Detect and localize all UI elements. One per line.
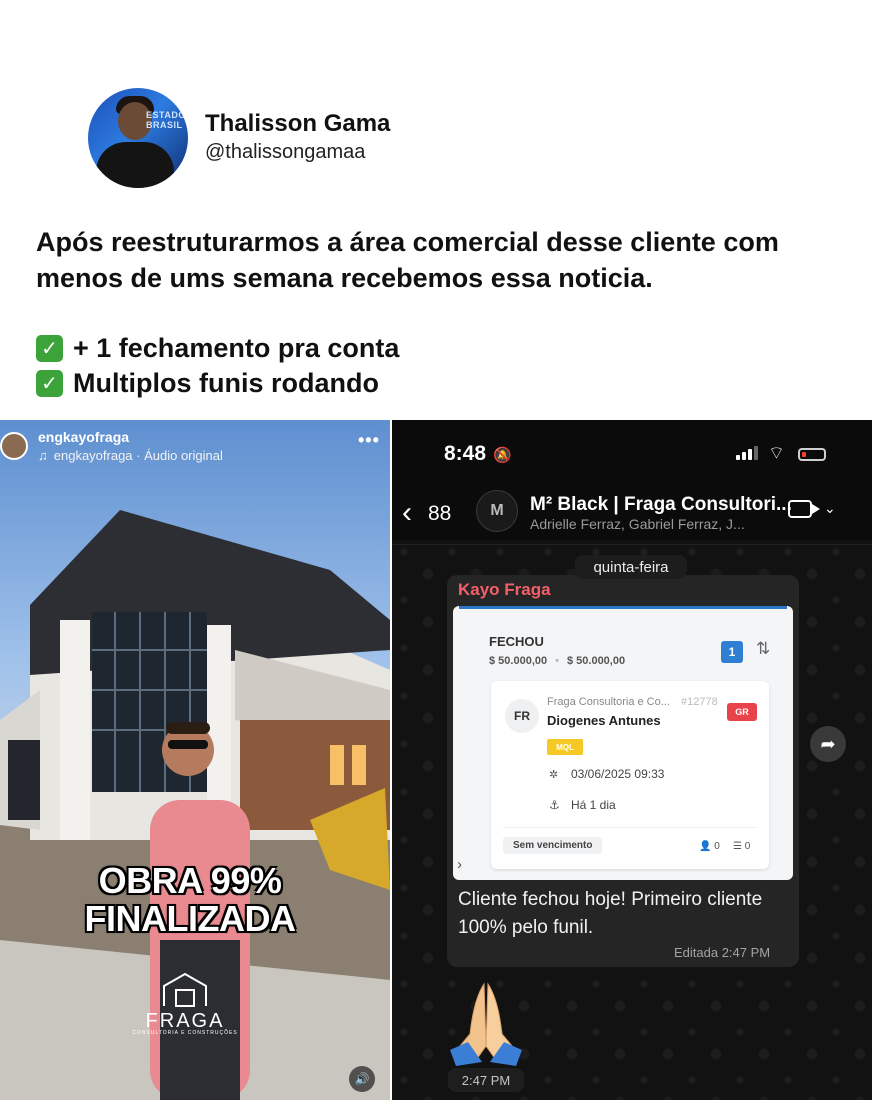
group-avatar[interactable]: M (476, 490, 518, 532)
deal-id: #12778 (681, 696, 718, 708)
reel-username[interactable]: engkayofraga (38, 429, 129, 445)
reel-user-avatar[interactable] (0, 432, 28, 460)
user-handle[interactable]: @thalissongamaa (205, 141, 365, 164)
fraga-logo-subtitle: CONSULTORIA E CONSTRUÇÕES (132, 1030, 238, 1036)
sparkle-icon: ✲ (549, 769, 559, 781)
message-text: Cliente fechou hoje! Primeiro cliente 10… (458, 889, 763, 938)
company-avatar: FR (505, 699, 539, 733)
message-meta: Editada 2:47 PM (674, 945, 771, 960)
day-separator: quinta-feira (575, 555, 687, 579)
speaker-icon[interactable]: 🔊 (349, 1066, 375, 1092)
deal-age: Há 1 dia (571, 798, 616, 812)
forward-icon[interactable]: ➦ (810, 726, 846, 762)
music-note-icon: ♫ (38, 448, 48, 463)
check-icon: ✓ (36, 335, 63, 362)
check-item-2: ✓ Multiplos funis rodando (36, 368, 379, 399)
whatsapp-screen: 8:48 🔕 ⌔ ‹ 88 M M² Black | Fraga Consult… (392, 420, 872, 1100)
praying-hands-emoji[interactable] (446, 976, 526, 1066)
emoji-timestamp: 2:47 PM (448, 1068, 524, 1092)
reel-headline-line-2: FINALIZADA (84, 898, 296, 939)
check-item-1: ✓ + 1 fechamento pra conta (36, 333, 399, 364)
stage-color-bar (459, 606, 787, 609)
deal-card: FR Fraga Consultoria e Co... #12778 Diog… (491, 681, 769, 869)
more-options-icon[interactable]: ••• (358, 430, 380, 451)
deal-date: 03/06/2025 09:33 (571, 767, 665, 781)
tasks-count: ☰ 0 (733, 841, 750, 852)
stage-amounts: $ 50.000,00 • $ 50.000,00 (489, 655, 625, 667)
battery-icon (798, 448, 826, 461)
sort-icon: ⇅ (756, 639, 771, 658)
avatar-sign-text: ESTADOS BRASIL (146, 110, 188, 130)
separator-dot: • (555, 655, 559, 667)
card-divider (503, 827, 757, 828)
reel-headline-line-1: OBRA 99% (98, 860, 282, 901)
unread-count[interactable]: 88 (428, 502, 451, 526)
deal-count-badge: 1 (721, 641, 743, 663)
chevron-down-icon[interactable]: ⌄ (824, 500, 836, 517)
group-name[interactable]: M² Black | Fraga Consultori... (530, 494, 792, 516)
crm-screenshot-image[interactable]: FECHOU $ 50.000,00 • $ 50.000,00 1 ⇅ FR … (453, 606, 793, 880)
check-item-text: Multiplos funis rodando (73, 368, 379, 398)
tweet-text: Após reestruturarmos a área comercial de… (36, 227, 779, 293)
reel-audio[interactable]: ♫ engkayofraga · Áudio original (38, 448, 223, 463)
contacts-count-value: 0 (714, 841, 720, 852)
status-time: 8:48 (444, 442, 487, 465)
amount-total: $ 50.000,00 (489, 655, 548, 667)
company-name: Fraga Consultoria e Co... (547, 696, 670, 708)
check-icon: ✓ (36, 370, 63, 397)
contact-icon: 👤 (699, 841, 712, 852)
group-members[interactable]: Adrielle Ferraz, Gabriel Ferraz, J... (530, 516, 745, 532)
sender-name[interactable]: Kayo Fraga (458, 580, 551, 600)
stage-title: FECHOU (489, 634, 544, 649)
tasks-count-value: 0 (744, 841, 751, 852)
due-date-chip: Sem vencimento (503, 837, 603, 854)
signal-icon (736, 446, 758, 460)
bell-muted-icon: 🔕 (493, 447, 512, 464)
chevron-right-icon: › (457, 856, 462, 873)
check-item-text: + 1 fechamento pra conta (73, 333, 400, 363)
checklist-icon: ☰ (733, 841, 742, 852)
anchor-icon: ⚓ (549, 798, 560, 812)
fraga-logo-mark (163, 972, 207, 1007)
owner-badge: GR (727, 703, 757, 721)
contacts-count: 👤 0 (699, 841, 720, 852)
header-divider (392, 544, 872, 545)
reel-headline: OBRA 99% FINALIZADA (20, 862, 360, 938)
amount-weighted: $ 50.000,00 (566, 655, 626, 667)
video-call-icon[interactable] (788, 500, 820, 518)
wifi-icon: ⌔ (768, 443, 785, 463)
mql-badge: MQL (547, 739, 583, 755)
profile-avatar[interactable]: ESTADOS BRASIL (88, 88, 188, 188)
reel-audio-label: engkayofraga · Áudio original (53, 448, 223, 463)
user-name[interactable]: Thalisson Gama (205, 110, 390, 138)
contact-name: Diogenes Antunes (547, 713, 661, 728)
back-chevron-icon[interactable]: ‹ (402, 496, 412, 530)
